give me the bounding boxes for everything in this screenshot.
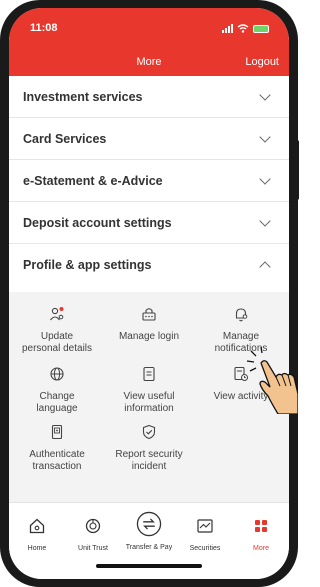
notification-settings-icon (235, 308, 248, 322)
status-icons (222, 24, 269, 33)
nav-item-securities[interactable]: Securities (177, 517, 233, 552)
globe-icon (50, 367, 64, 381)
tile-label: language (36, 403, 78, 414)
more-menu: Investment services Card Services e-Stat… (9, 76, 289, 286)
menu-item-card-services[interactable]: Card Services (9, 118, 289, 160)
menu-item-label: Deposit account settings (23, 215, 172, 230)
nav-label: More (253, 545, 269, 552)
menu-item-investment-services[interactable]: Investment services (9, 76, 289, 118)
chevron-up-icon (259, 261, 271, 273)
tap-hand-icon (246, 346, 298, 414)
phone-frame: 11:08 More Logout Investment services Ca… (0, 0, 299, 587)
security-device-icon (51, 424, 63, 440)
chevron-down-icon (259, 130, 271, 143)
menu-item-profile-app-settings[interactable]: Profile & app settings (9, 244, 289, 286)
home-indicator (96, 564, 202, 568)
status-time: 11:08 (30, 22, 58, 34)
home-icon (29, 518, 45, 534)
unit-trust-icon (85, 518, 101, 534)
tile-label: information (124, 403, 174, 414)
tile-label: transaction (32, 461, 82, 472)
tile-label: personal details (21, 343, 93, 354)
tile-label: Update (40, 331, 74, 342)
tile-label: Report security (115, 449, 183, 460)
nav-label: Home (27, 545, 47, 552)
nav-item-more[interactable]: More (233, 517, 289, 552)
menu-item-deposit-account-settings[interactable]: Deposit account settings (9, 202, 289, 244)
nav-item-unit-trust[interactable]: Unit Trust (65, 517, 121, 552)
tile-manage-login[interactable]: Manage login (104, 306, 194, 343)
status-bar: 11:08 (9, 22, 289, 38)
menu-item-label: e-Statement & e-Advice (23, 173, 163, 188)
chevron-down-icon (259, 88, 271, 101)
volume-up-button (0, 126, 3, 166)
transfer-icon (136, 511, 162, 537)
tile-label: Authenticate (29, 449, 85, 460)
nav-label: Unit Trust (78, 545, 108, 552)
user-settings-icon (50, 307, 64, 321)
shield-check-icon (142, 424, 156, 440)
signal-icon (222, 24, 233, 33)
nav-item-transfer-pay[interactable]: Transfer & Pay (121, 511, 177, 551)
menu-item-label: Card Services (23, 131, 107, 146)
tile-label: Manage login (118, 331, 180, 342)
screen: 11:08 More Logout Investment services Ca… (9, 8, 289, 579)
wifi-icon (237, 24, 249, 33)
menu-item-e-statement[interactable]: e-Statement & e-Advice (9, 160, 289, 202)
app-header: 11:08 More Logout (9, 8, 289, 76)
power-button (295, 140, 299, 200)
battery-icon (253, 24, 269, 33)
tile-label: incident (131, 461, 167, 472)
document-info-icon (143, 366, 155, 382)
volume-down-button (0, 176, 3, 216)
login-lock-icon (142, 308, 156, 321)
chevron-down-icon (259, 172, 271, 185)
menu-item-label: Profile & app settings (23, 258, 152, 272)
tile-report-security-incident[interactable]: Report security incident (104, 424, 194, 473)
silent-switch (0, 88, 3, 110)
menu-item-label: Investment services (23, 89, 143, 104)
chart-icon (197, 519, 213, 533)
nav-label: Securities (189, 545, 221, 552)
nav-item-home[interactable]: Home (9, 517, 65, 552)
tile-update-personal-details[interactable]: Update personal details (12, 306, 102, 355)
tile-label: Manage (222, 331, 260, 342)
tile-label: Change (39, 391, 75, 402)
logout-button[interactable]: Logout (245, 56, 279, 68)
tile-authenticate-transaction[interactable]: Authenticate transaction (12, 424, 102, 473)
nav-label: Transfer & Pay (125, 544, 173, 551)
tile-change-language[interactable]: Change language (12, 366, 102, 415)
more-icon (255, 520, 267, 532)
tile-label: View useful (123, 391, 175, 402)
chevron-down-icon (259, 214, 271, 227)
tile-view-useful-information[interactable]: View useful information (104, 366, 194, 415)
